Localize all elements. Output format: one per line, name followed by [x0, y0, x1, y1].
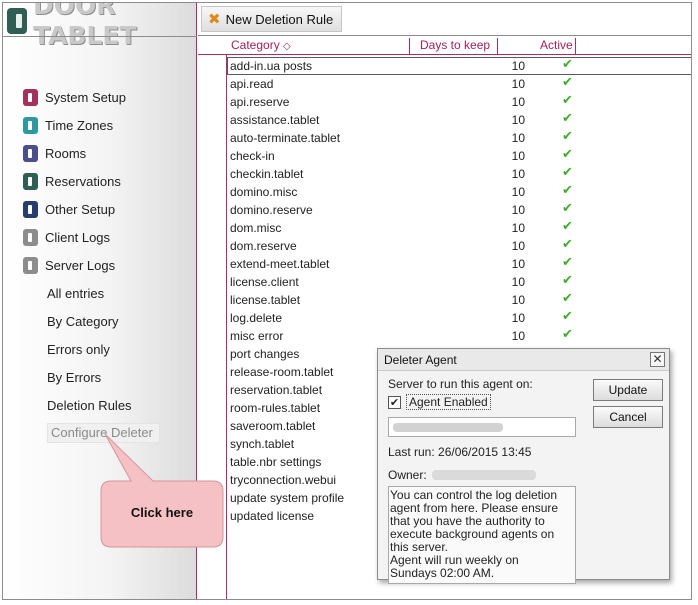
app-window: DOOR TABLET System Setup Time Zones Room… — [2, 2, 692, 600]
owner-label: Owner: — [388, 468, 427, 482]
redacted-server-value — [393, 423, 503, 432]
dialog-body: Server to run this agent on: ✔ Agent Ena… — [388, 377, 578, 584]
agent-enabled-row: ✔ Agent Enabled — [388, 393, 578, 411]
agent-enabled-label[interactable]: Agent Enabled — [406, 394, 491, 410]
last-run-text: Last run: 26/06/2015 13:45 — [388, 445, 532, 459]
server-label: Server to run this agent on: — [388, 377, 533, 391]
click-here-callout — [100, 433, 224, 548]
info-box: You can control the log deletion agent f… — [388, 486, 576, 584]
click-here-callout-text: Click here — [130, 505, 194, 520]
agent-enabled-checkbox[interactable]: ✔ — [388, 395, 401, 409]
dialog-titlebar: Deleter Agent ✕ — [378, 349, 669, 371]
update-button[interactable]: Update — [593, 379, 663, 401]
info-line: Sundays 02:00 AM. — [390, 566, 495, 580]
server-input[interactable] — [388, 417, 576, 437]
deleter-agent-dialog: Deleter Agent ✕ Server to run this agent… — [377, 348, 670, 584]
redacted-owner-value — [431, 470, 536, 480]
owner-row: Owner: — [388, 468, 578, 482]
cancel-button[interactable]: Cancel — [593, 406, 663, 428]
dialog-title: Deleter Agent — [384, 353, 457, 367]
close-icon[interactable]: ✕ — [650, 352, 665, 367]
